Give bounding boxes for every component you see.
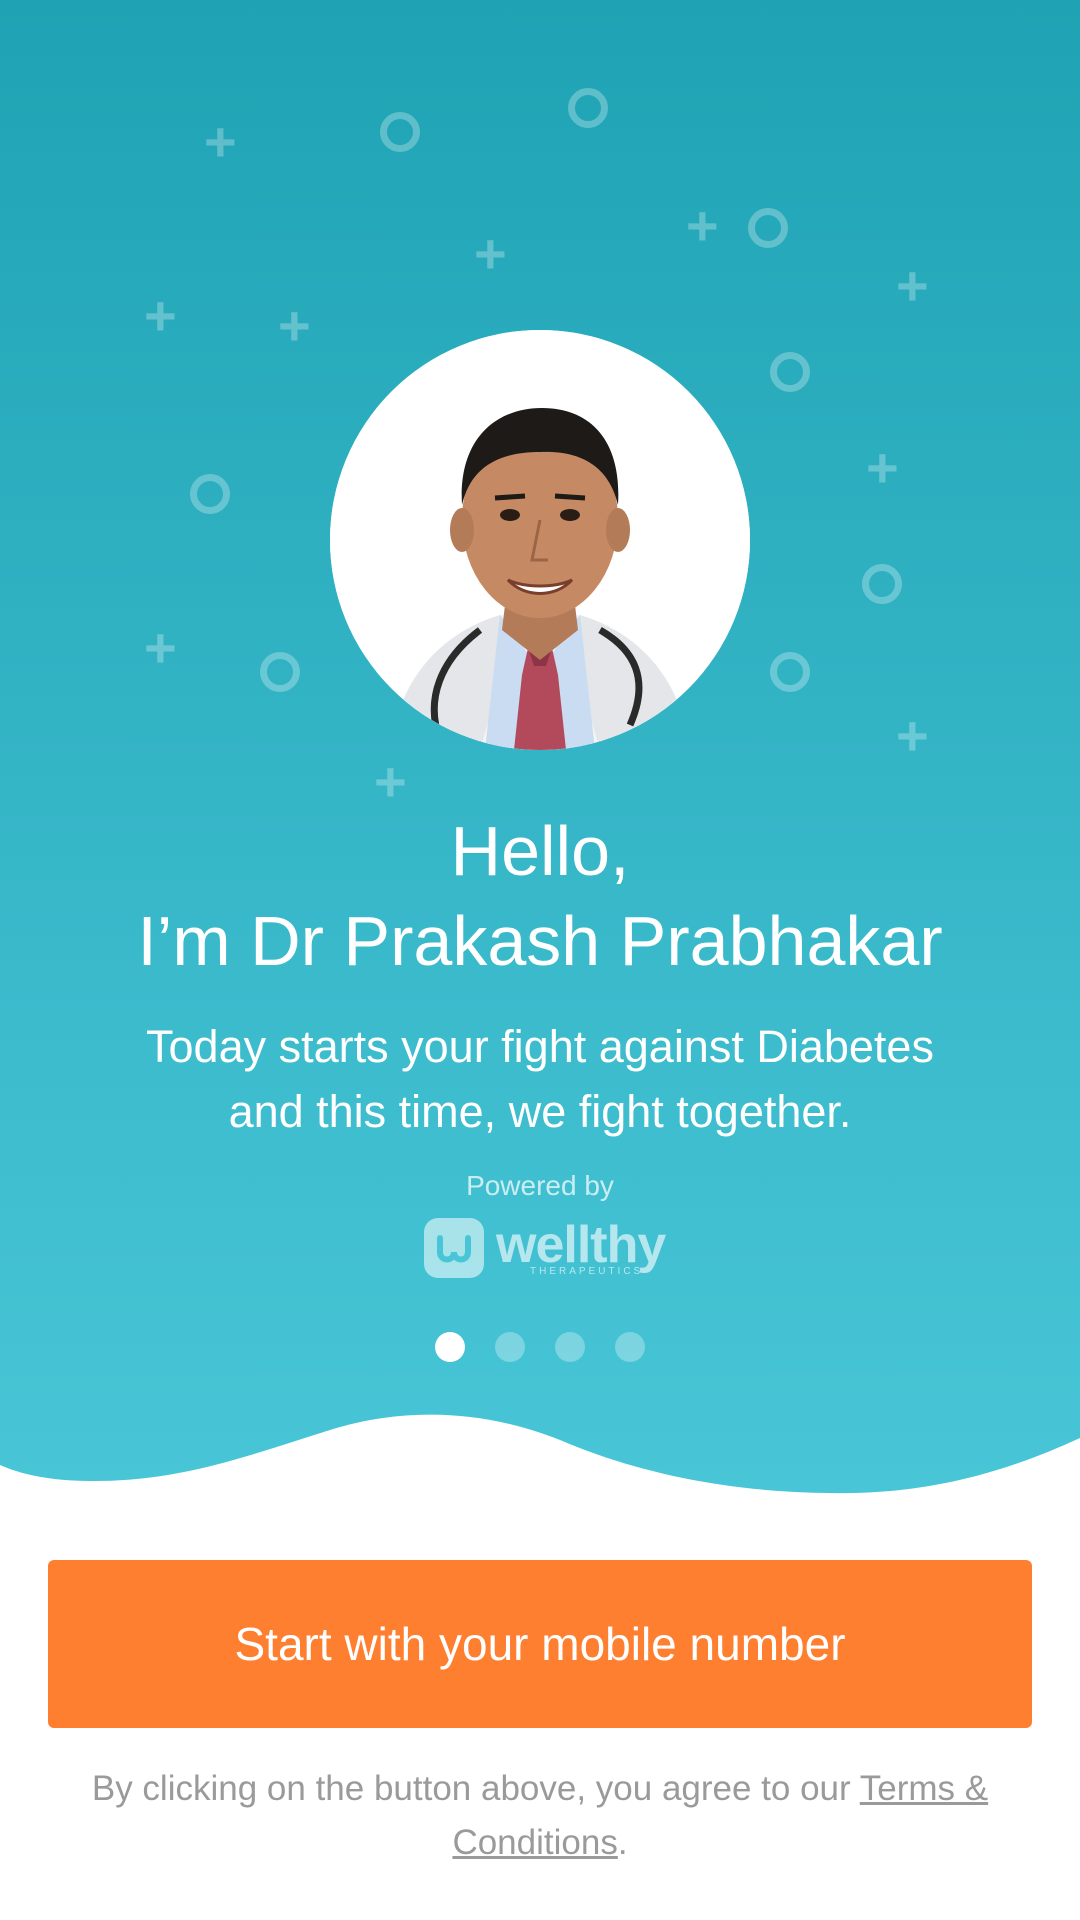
plus-icon: + xyxy=(278,294,311,357)
plus-icon: + xyxy=(144,284,177,347)
plus-icon: + xyxy=(474,222,507,285)
plus-icon: + xyxy=(686,194,719,257)
onboarding-screen: + + + + + + + + + + Hello, I’m Dr Prakas… xyxy=(0,0,1080,1920)
subtitle-line-1: Today starts your fight against Diabetes xyxy=(146,1021,934,1072)
page-indicator xyxy=(0,1332,1080,1362)
doctor-portrait-image xyxy=(330,330,750,750)
start-with-mobile-button[interactable]: Start with your mobile number xyxy=(48,1560,1032,1728)
subtitle-line-2: and this time, we fight together. xyxy=(228,1086,852,1137)
hero-panel: + + + + + + + + + + Hello, I’m Dr Prakas… xyxy=(0,0,1080,1500)
greeting-line-1: Hello, xyxy=(450,812,630,890)
plus-icon: + xyxy=(896,704,929,767)
powered-by-label: Powered by xyxy=(466,1170,614,1201)
page-dot-3[interactable] xyxy=(555,1332,585,1362)
plus-icon: + xyxy=(204,110,237,173)
circle-icon xyxy=(568,88,608,128)
plus-icon: + xyxy=(374,750,407,813)
circle-icon xyxy=(190,474,230,514)
page-dot-1[interactable] xyxy=(435,1332,465,1362)
wellthy-logo-icon xyxy=(424,1218,484,1278)
circle-icon xyxy=(260,652,300,692)
plus-icon: + xyxy=(896,254,929,317)
circle-icon xyxy=(770,652,810,692)
page-dot-4[interactable] xyxy=(615,1332,645,1362)
doctor-name-heading: I’m Dr Prakash Prabhakar xyxy=(137,902,943,980)
terms-notice: By clicking on the button above, you agr… xyxy=(60,1762,1020,1870)
terms-notice-text: By clicking on the button above, you agr… xyxy=(91,1769,860,1808)
terms-notice-period: . xyxy=(617,1823,628,1862)
wellthy-logo-tagline: THERAPEUTICS xyxy=(530,1266,644,1277)
doctor-avatar xyxy=(330,330,750,750)
circle-icon xyxy=(748,208,788,248)
wellthy-logo: wellthy THERAPEUTICS xyxy=(424,1216,666,1280)
plus-icon: + xyxy=(866,436,899,499)
circle-icon xyxy=(862,564,902,604)
wellthy-logo-wordmark: wellthy xyxy=(496,1216,666,1274)
plus-icon: + xyxy=(144,616,177,679)
page-dot-2[interactable] xyxy=(495,1332,525,1362)
circle-icon xyxy=(380,112,420,152)
circle-icon xyxy=(770,352,810,392)
